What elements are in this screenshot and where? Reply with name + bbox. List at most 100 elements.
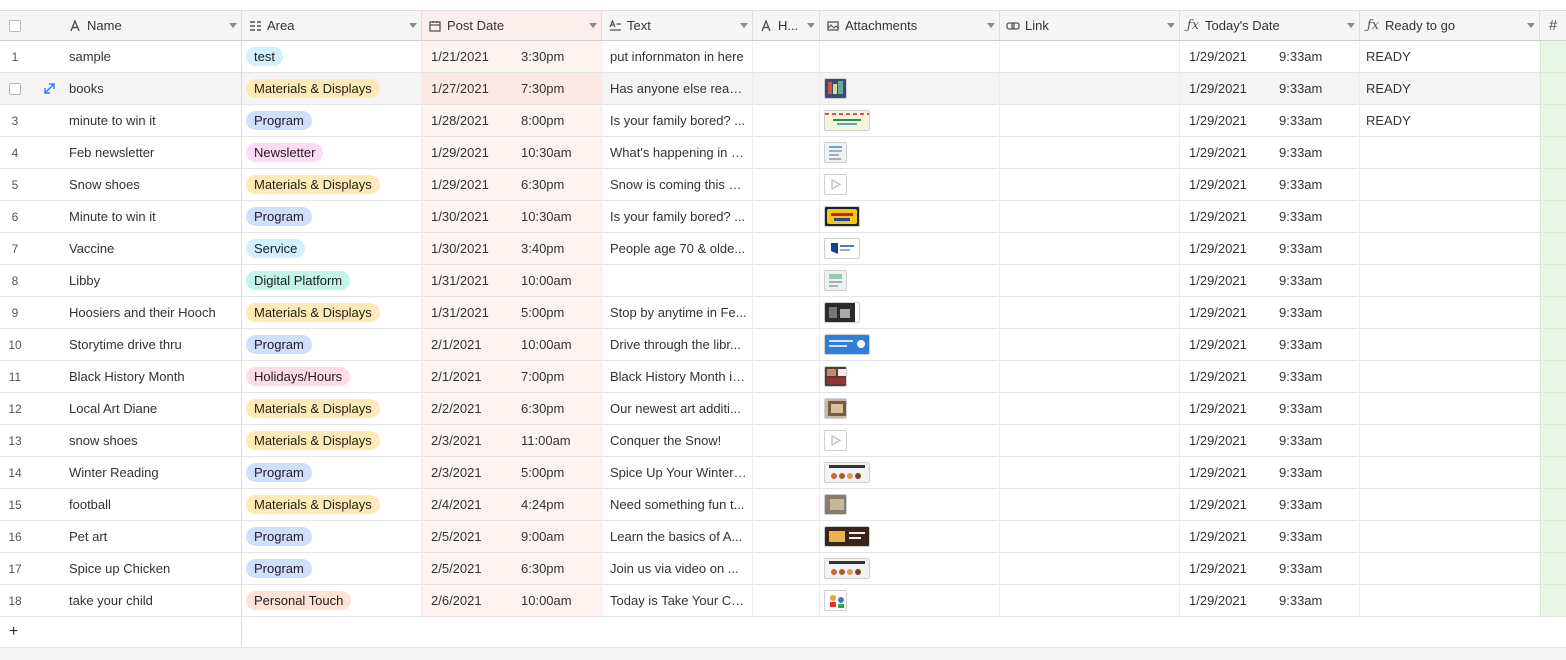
number-cell[interactable] bbox=[1540, 105, 1566, 136]
link-cell[interactable] bbox=[1000, 361, 1180, 392]
link-cell[interactable] bbox=[1000, 265, 1180, 296]
number-cell[interactable] bbox=[1540, 329, 1566, 360]
link-cell[interactable] bbox=[1000, 297, 1180, 328]
post-date-cell[interactable]: 1/30/2021 10:30am bbox=[422, 201, 602, 232]
name-cell[interactable]: football bbox=[61, 489, 241, 520]
number-cell[interactable] bbox=[1540, 585, 1566, 616]
area-cell[interactable]: Program bbox=[242, 553, 422, 584]
attachment-thumbnail[interactable] bbox=[824, 302, 860, 323]
h-cell[interactable] bbox=[753, 265, 820, 296]
attachments-cell[interactable] bbox=[820, 425, 1000, 456]
area-cell[interactable]: Program bbox=[242, 329, 422, 360]
column-header-area[interactable]: Area bbox=[242, 11, 422, 40]
table-row[interactable]: 18 take your child Personal Touch 2/6/2021 1… bbox=[0, 585, 1566, 617]
area-cell[interactable]: Program bbox=[242, 105, 422, 136]
attachment-thumbnail[interactable] bbox=[824, 526, 870, 547]
h-cell[interactable] bbox=[753, 553, 820, 584]
table-row[interactable]: 14 Winter Reading Program 2/3/2021 5:00pm Spi… bbox=[0, 457, 1566, 489]
attachment-thumbnail[interactable] bbox=[824, 238, 860, 259]
table-row[interactable]: 7 Vaccine Service 1/30/2021 3:40pm People age… bbox=[0, 233, 1566, 265]
post-date-cell[interactable]: 1/29/2021 6:30pm bbox=[422, 169, 602, 200]
chevron-down-icon[interactable] bbox=[736, 23, 752, 28]
attachment-thumbnail[interactable] bbox=[824, 558, 870, 579]
area-cell[interactable]: Program bbox=[242, 521, 422, 552]
name-cell[interactable]: Black History Month bbox=[61, 361, 241, 392]
h-cell[interactable] bbox=[753, 41, 820, 72]
link-cell[interactable] bbox=[1000, 201, 1180, 232]
link-cell[interactable] bbox=[1000, 105, 1180, 136]
h-cell[interactable] bbox=[753, 169, 820, 200]
text-cell[interactable]: Black History Month is... bbox=[602, 361, 753, 392]
h-cell[interactable] bbox=[753, 393, 820, 424]
number-cell[interactable] bbox=[1540, 265, 1566, 296]
name-cell[interactable]: Local Art Diane bbox=[61, 393, 241, 424]
column-header-text[interactable]: Text bbox=[602, 11, 753, 40]
chevron-down-icon[interactable] bbox=[585, 23, 601, 28]
name-cell[interactable]: Storytime drive thru bbox=[61, 329, 241, 360]
post-date-cell[interactable]: 2/1/2021 10:00am bbox=[422, 329, 602, 360]
row-checkbox[interactable] bbox=[9, 82, 21, 95]
h-cell[interactable] bbox=[753, 361, 820, 392]
text-cell[interactable]: What's happening in F... bbox=[602, 137, 753, 168]
chevron-down-icon[interactable] bbox=[1523, 23, 1539, 28]
link-cell[interactable] bbox=[1000, 137, 1180, 168]
column-header-link[interactable]: Link bbox=[1000, 11, 1180, 40]
attachments-cell[interactable] bbox=[820, 585, 1000, 616]
h-cell[interactable] bbox=[753, 521, 820, 552]
area-cell[interactable]: Materials & Displays bbox=[242, 73, 422, 104]
area-cell[interactable]: Program bbox=[242, 457, 422, 488]
column-header-ready[interactable]: ƒx Ready to go bbox=[1360, 11, 1540, 40]
attachments-cell[interactable] bbox=[820, 553, 1000, 584]
link-cell[interactable] bbox=[1000, 585, 1180, 616]
text-cell[interactable] bbox=[602, 265, 753, 296]
column-header-name[interactable]: Name bbox=[62, 11, 242, 40]
area-cell[interactable]: test bbox=[242, 41, 422, 72]
area-cell[interactable]: Newsletter bbox=[242, 137, 422, 168]
table-row[interactable]: 4 Feb newsletter Newsletter 1/29/2021 10:30a… bbox=[0, 137, 1566, 169]
h-cell[interactable] bbox=[753, 105, 820, 136]
post-date-cell[interactable]: 1/31/2021 5:00pm bbox=[422, 297, 602, 328]
post-date-cell[interactable]: 1/28/2021 8:00pm bbox=[422, 105, 602, 136]
name-cell[interactable]: Pet art bbox=[61, 521, 241, 552]
text-cell[interactable]: Is your family bored? ... bbox=[602, 105, 753, 136]
post-date-cell[interactable]: 2/5/2021 6:30pm bbox=[422, 553, 602, 584]
h-cell[interactable] bbox=[753, 73, 820, 104]
h-cell[interactable] bbox=[753, 297, 820, 328]
h-cell[interactable] bbox=[753, 201, 820, 232]
table-row[interactable]: 15 football Materials & Displays 2/4/2021 4:… bbox=[0, 489, 1566, 521]
text-cell[interactable]: Today is Take Your Ch... bbox=[602, 585, 753, 616]
link-cell[interactable] bbox=[1000, 489, 1180, 520]
attachments-cell[interactable] bbox=[820, 489, 1000, 520]
post-date-cell[interactable]: 1/21/2021 3:30pm bbox=[422, 41, 602, 72]
attachments-cell[interactable] bbox=[820, 73, 1000, 104]
chevron-down-icon[interactable] bbox=[803, 23, 819, 28]
number-cell[interactable] bbox=[1540, 361, 1566, 392]
post-date-cell[interactable]: 1/29/2021 10:30am bbox=[422, 137, 602, 168]
h-cell[interactable] bbox=[753, 233, 820, 264]
attachments-cell[interactable] bbox=[820, 137, 1000, 168]
table-row[interactable]: 3 minute to win it Program 1/28/2021 8:00pm I… bbox=[0, 105, 1566, 137]
attachments-cell[interactable] bbox=[820, 105, 1000, 136]
text-cell[interactable]: Is your family bored? ... bbox=[602, 201, 753, 232]
link-cell[interactable] bbox=[1000, 457, 1180, 488]
link-cell[interactable] bbox=[1000, 169, 1180, 200]
chevron-down-icon[interactable] bbox=[405, 23, 421, 28]
table-row[interactable]: 9 Hoosiers and their Hooch Materials & Dis… bbox=[0, 297, 1566, 329]
area-cell[interactable]: Materials & Displays bbox=[242, 297, 422, 328]
link-cell[interactable] bbox=[1000, 521, 1180, 552]
link-cell[interactable] bbox=[1000, 41, 1180, 72]
column-header-attachments[interactable]: Attachments bbox=[820, 11, 1000, 40]
attachments-cell[interactable] bbox=[820, 521, 1000, 552]
h-cell[interactable] bbox=[753, 489, 820, 520]
table-row[interactable]: 5 Snow shoes Materials & Displays 1/29/2021… bbox=[0, 169, 1566, 201]
attachments-cell[interactable] bbox=[820, 329, 1000, 360]
attachments-cell[interactable] bbox=[820, 201, 1000, 232]
link-cell[interactable] bbox=[1000, 425, 1180, 456]
post-date-cell[interactable]: 2/3/2021 11:00am bbox=[422, 425, 602, 456]
attachment-thumbnail[interactable] bbox=[824, 334, 870, 355]
number-cell[interactable] bbox=[1540, 169, 1566, 200]
post-date-cell[interactable]: 2/5/2021 9:00am bbox=[422, 521, 602, 552]
attachments-cell[interactable] bbox=[820, 393, 1000, 424]
area-cell[interactable]: Materials & Displays bbox=[242, 425, 422, 456]
text-cell[interactable]: Snow is coming this w... bbox=[602, 169, 753, 200]
